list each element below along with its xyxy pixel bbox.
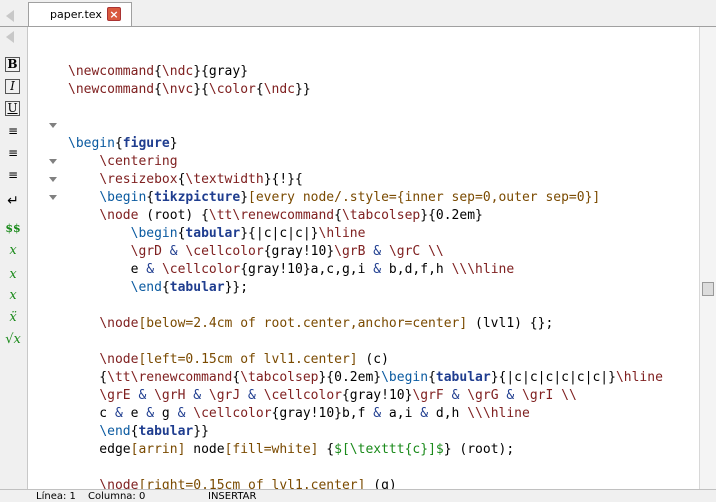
code-line[interactable]: e & \cellcolor{gray!10}a,c,g,i & b,d,f,h… bbox=[68, 261, 700, 279]
code-line[interactable]: ​ bbox=[68, 459, 700, 477]
forward-arrow-icon[interactable] bbox=[6, 31, 14, 43]
align-left-icon[interactable]: ≡ bbox=[4, 123, 22, 139]
underline-button[interactable]: U bbox=[5, 101, 20, 116]
sqrt-button[interactable]: √x bbox=[4, 332, 22, 348]
line-indicator: Línea: 1 bbox=[36, 491, 76, 502]
vertical-scrollbar[interactable] bbox=[699, 27, 716, 489]
code-line[interactable]: {\tt\renewcommand{\tabcolsep}{0.2em}\beg… bbox=[68, 369, 700, 387]
code-line[interactable]: \grE & \grH & \grJ & \cellcolor{gray!10}… bbox=[68, 387, 700, 405]
insert-mode-indicator: INSERTAR bbox=[208, 491, 257, 502]
code-line[interactable]: \begin{tabular}{|c|c|c|}\hline bbox=[68, 225, 700, 243]
tab-bar: paper.tex × bbox=[0, 0, 716, 27]
code-line[interactable]: \grD & \cellcolor{gray!10}\grB & \grC \\ bbox=[68, 243, 700, 261]
code-line[interactable]: ​ bbox=[68, 297, 700, 315]
code-line[interactable]: \node (root) {\tt\renewcommand{\tabcolse… bbox=[68, 207, 700, 225]
subscript-button[interactable]: x bbox=[4, 243, 22, 259]
align-right-icon[interactable]: ≡ bbox=[4, 167, 22, 183]
column-indicator: Columna: 0 bbox=[88, 491, 146, 502]
align-center-icon[interactable]: ≡ bbox=[4, 145, 22, 161]
code-editor[interactable]: ​\newcommand{\ndc}{gray}\newcommand{\nvc… bbox=[27, 27, 700, 489]
code-line[interactable]: \begin{figure} bbox=[68, 135, 700, 153]
math-mode-button[interactable]: $$ bbox=[4, 221, 22, 237]
code-line[interactable]: \end{tabular}} bbox=[68, 423, 700, 441]
code-line[interactable]: \newcommand{\nvc}{\color{\ndc}} bbox=[68, 81, 700, 99]
code-line[interactable]: ​ bbox=[68, 333, 700, 351]
bold-button[interactable]: B bbox=[5, 57, 20, 72]
left-toolbar: B I U ≡ ≡ ≡ ↵ $$ x x x ẍ √x bbox=[0, 10, 27, 501]
scrollbar-thumb[interactable] bbox=[702, 282, 714, 296]
fold-marker-icon[interactable] bbox=[49, 195, 57, 200]
tab-label: paper.tex bbox=[50, 8, 102, 21]
code-line[interactable]: \begin{tikzpicture}[every node/.style={i… bbox=[68, 189, 700, 207]
tab-paper-tex[interactable]: paper.tex × bbox=[28, 2, 132, 26]
code-line[interactable]: \resizebox{\textwidth}{!}{ bbox=[68, 171, 700, 189]
code-line[interactable]: \newcommand{\ndc}{gray} bbox=[68, 63, 700, 81]
accent-button[interactable]: ẍ bbox=[4, 310, 22, 326]
code-line[interactable]: c & e & g & \cellcolor{gray!10}b,f & a,i… bbox=[68, 405, 700, 423]
fraction-button[interactable]: x bbox=[4, 288, 22, 304]
code-line[interactable]: \node[left=0.15cm of lvl1.center] (c) bbox=[68, 351, 700, 369]
superscript-button[interactable]: x bbox=[4, 267, 22, 283]
code-line[interactable]: ​ bbox=[68, 117, 700, 135]
fold-gutter bbox=[28, 27, 64, 489]
status-bar: Línea: 1 Columna: 0 INSERTAR bbox=[0, 489, 716, 502]
code-line[interactable]: ​ bbox=[68, 99, 700, 117]
code-content[interactable]: ​\newcommand{\ndc}{gray}\newcommand{\nvc… bbox=[68, 45, 700, 489]
code-line[interactable]: \node[right=0.15cm of lvl1.center] (g) bbox=[68, 477, 700, 489]
fold-marker-icon[interactable] bbox=[49, 123, 57, 128]
back-arrow-icon[interactable] bbox=[6, 10, 14, 22]
close-icon[interactable]: × bbox=[107, 7, 121, 21]
code-line[interactable]: edge[arrin] node[fill=white] {$[\texttt{… bbox=[68, 441, 700, 459]
fold-marker-icon[interactable] bbox=[49, 159, 57, 164]
code-line[interactable]: \end{tabular}}; bbox=[68, 279, 700, 297]
italic-button[interactable]: I bbox=[5, 79, 20, 94]
code-line[interactable]: \node[below=2.4cm of root.center,anchor=… bbox=[68, 315, 700, 333]
code-line[interactable]: ​ bbox=[68, 45, 700, 63]
fold-marker-icon[interactable] bbox=[49, 177, 57, 182]
code-line[interactable]: \centering bbox=[68, 153, 700, 171]
new-line-icon[interactable]: ↵ bbox=[4, 193, 22, 209]
